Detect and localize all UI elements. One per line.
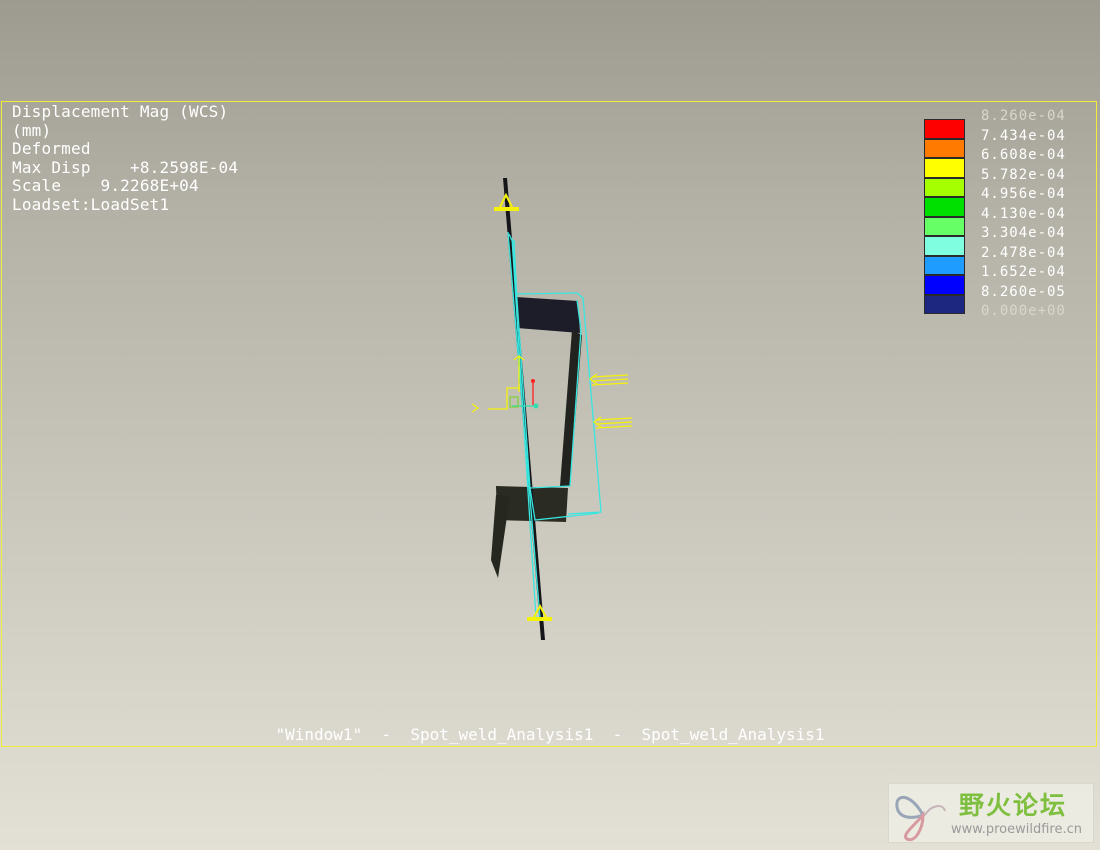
undeformed-outline xyxy=(507,231,602,619)
butterfly-logo-icon xyxy=(895,796,946,842)
deformed-lower-lip xyxy=(491,495,510,578)
watermark-title: 野火论坛 xyxy=(959,791,1068,820)
model-view[interactable] xyxy=(0,0,1100,850)
deformed-upper-flange xyxy=(516,297,580,333)
coordinate-triad xyxy=(471,355,539,413)
load-arrows xyxy=(588,373,633,429)
window-caption: "Window1" - Spot_weld_Analysis1 - Spot_w… xyxy=(275,725,825,744)
forum-watermark: 野火论坛 www.proewildfire.cn xyxy=(888,783,1094,843)
watermark-url: www.proewildfire.cn xyxy=(951,822,1082,837)
